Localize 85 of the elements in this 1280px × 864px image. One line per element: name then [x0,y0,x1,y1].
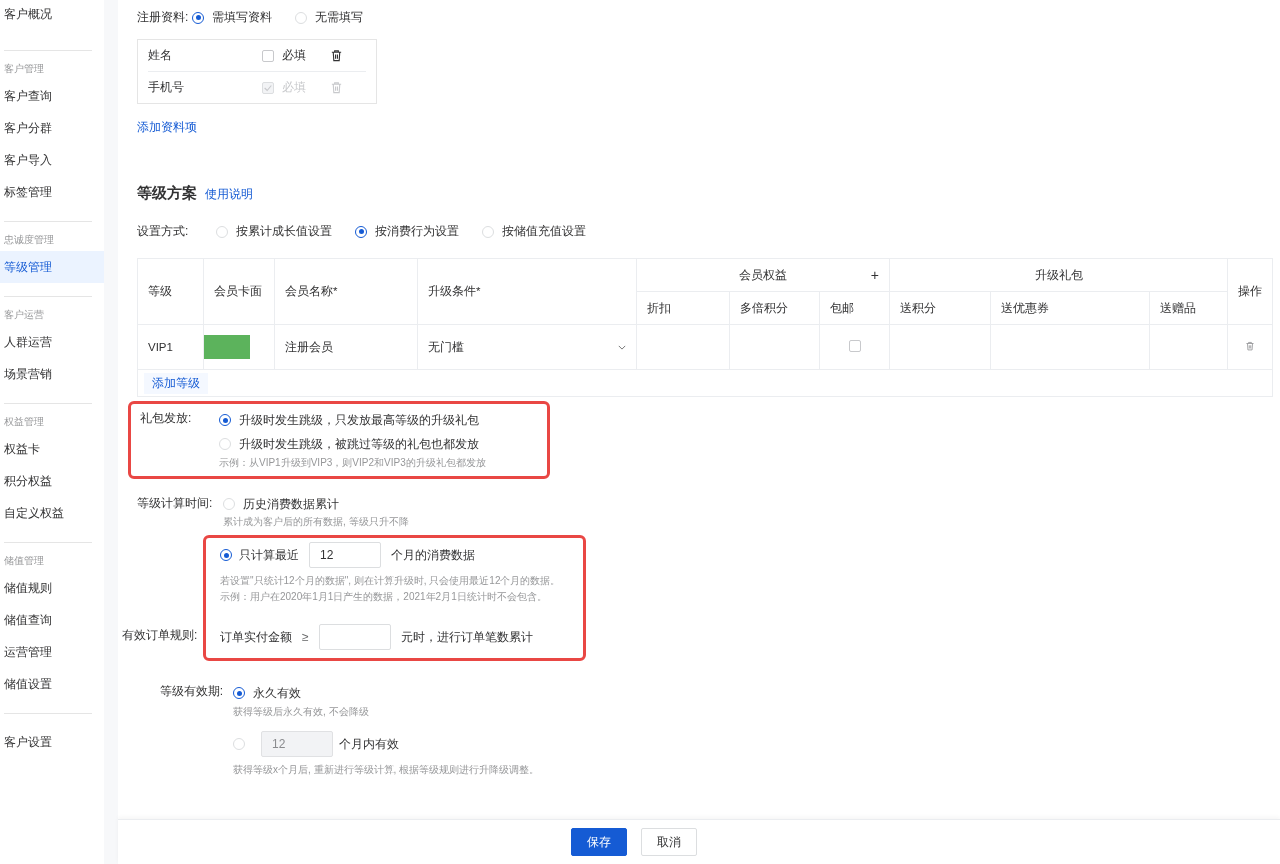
radio-option[interactable]: 永久有效 [233,683,517,703]
option-label: 个月内有效 [339,735,399,753]
radio-option[interactable]: 升级时发生跳级，被跳过等级的礼包也都发放 [219,432,479,456]
sidebar-item[interactable]: 权益卡 [0,433,104,465]
field-label: 有效订单规则: [122,627,198,644]
table-cell: 注册会员 [274,324,418,370]
field-name: 姓名 [148,47,173,64]
checkbox[interactable] [262,49,274,62]
sidebar-item[interactable]: 自定义权益 [0,497,104,529]
hint-text: 累计成为客户后的所有数据, 等级只升不降 [223,515,409,529]
sidebar-item[interactable]: 人群运营 [0,326,104,358]
operator-symbol: ≥ [302,630,309,644]
sidebar-item[interactable]: 运营管理 [0,636,104,668]
hint-text: 获得等级x个月后, 重新进行等级计算, 根据等级规则进行升降级调整。 [233,763,540,777]
sidebar-item[interactable]: 场景营销 [0,358,104,390]
delete-icon[interactable] [330,49,343,62]
option-label: 个月的消费数据 [391,546,475,564]
column-header: 送优惠券 [990,291,1150,325]
column-header: 升级条件* [417,258,637,325]
field-label: 等级计算时间: [137,495,214,512]
add-level-link[interactable]: 添加等级 [144,372,208,394]
radio-icon[interactable] [219,414,231,426]
checkbox[interactable] [848,340,861,352]
sidebar-item[interactable]: 客户查询 [0,80,104,112]
add-benefit-button[interactable]: + [870,267,879,283]
condition-select[interactable]: 无门槛 [417,324,637,370]
column-header: 操作 [1227,258,1273,325]
field-label: 礼包发放: [140,410,193,427]
sidebar-group-label: 储值管理 [3,554,45,568]
sidebar-item[interactable]: 储值设置 [0,668,104,700]
radio-option[interactable]: 升级时发生跳级，只发放最高等级的升级礼包 [219,408,479,432]
sidebar-item[interactable]: 客户设置 [0,726,104,758]
radio-icon[interactable] [355,225,367,238]
radio-option[interactable]: 需填写资料 [192,9,273,26]
hint-text: 示例：从VIP1升级到VIP3，则VIP2和VIP3的升级礼包都发放 [219,456,487,470]
sidebar-item[interactable]: 客户概况 [0,4,104,37]
sidebar-item[interactable]: 标签管理 [0,176,104,208]
help-link[interactable]: 使用说明 [205,186,253,203]
field-label: 设置方式: [137,223,190,240]
radio-option[interactable]: 按消费行为设置 [355,223,459,240]
column-header: 折扣 [636,291,730,325]
section-title: 等级方案 [137,184,197,203]
cancel-button[interactable]: 取消 [641,828,697,856]
column-header: 送积分 [889,291,991,325]
radio-icon[interactable] [220,549,232,561]
radio-option[interactable]: 无需填写 [295,9,364,26]
radio-option[interactable]: 按累计成长值设置 [216,223,332,240]
radio-option[interactable]: 按储值充值设置 [482,223,586,240]
column-header: 等级 [137,258,204,325]
column-header: 会员卡面 [203,258,275,325]
sidebar-group-label: 客户管理 [3,62,45,76]
rule-label: 订单实付金额 [220,628,292,646]
save-button[interactable]: 保存 [571,828,627,856]
group-title: 会员权益 [739,267,787,283]
column-header: 多倍积分 [729,291,820,325]
column-header: 会员名称* [274,258,418,325]
column-header: 包邮 [819,291,890,325]
field-label: 等级有效期: [158,683,224,700]
add-field-link[interactable]: 添加资料项 [137,119,197,136]
field-name: 手机号 [148,79,185,96]
table-cell: VIP1 [137,324,204,370]
required-label: 必填 [282,47,307,64]
column-group-header: 升级礼包 [889,258,1228,292]
sidebar-item[interactable]: 积分权益 [0,465,104,497]
sidebar-group-label: 权益管理 [3,415,45,429]
hint-text: 若设置"只统计12个月的数据", 则在计算升级时, 只会使用最近12个月的数据。 [220,574,562,588]
sidebar-item[interactable]: 客户分群 [0,112,104,144]
rule-label: 元时，进行订单笔数累计 [400,628,533,646]
radio-option[interactable]: 历史消费数据累计 [223,495,386,513]
radio-icon[interactable] [233,687,245,699]
card-swatch[interactable] [204,335,250,359]
caret-icon [618,344,626,350]
amount-input[interactable] [318,624,391,650]
radio-icon[interactable] [192,11,205,24]
hint-text: 获得等级后永久有效, 不会降级 [233,705,370,719]
option-label: 只计算最近 [239,546,299,564]
sidebar-item[interactable]: 储值规则 [0,572,104,604]
months-input[interactable]: 12 [309,542,381,568]
field-label: 注册资料: [137,9,189,26]
sidebar-item[interactable]: 等级管理 [0,251,104,283]
sidebar-item[interactable]: 储值查询 [0,604,104,636]
sidebar-item[interactable]: 客户导入 [0,144,104,176]
hint-text: 示例：用户在2020年1月1日产生的数据，2021年2月1日统计时不会包含。 [220,590,548,604]
sidebar-group-label: 忠诚度管理 [3,233,55,247]
sidebar-group-label: 客户运营 [3,308,45,322]
